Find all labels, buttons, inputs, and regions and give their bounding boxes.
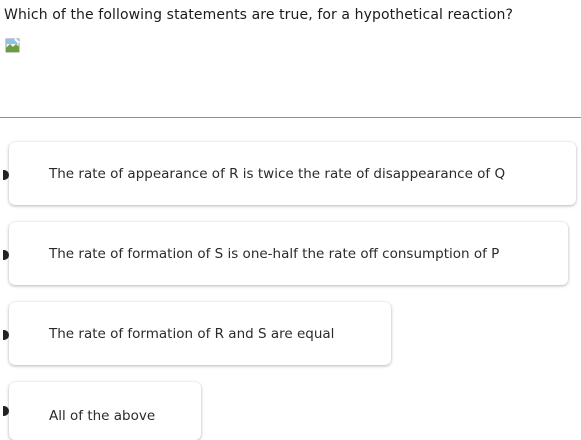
option-1-label: The rate of appearance of R is twice the… (49, 165, 506, 182)
option-2-radio-edge (3, 250, 9, 260)
quiz-page: Which of the following statements are tr… (0, 0, 581, 440)
option-2-label: The rate of formation of S is one-half t… (49, 245, 500, 262)
option-4-label: All of the above (49, 408, 156, 424)
option-3[interactable]: The rate of formation of R and S are equ… (3, 302, 391, 365)
option-4-radio-edge (3, 406, 9, 416)
option-3-radio-edge (3, 330, 9, 340)
option-3-label: The rate of formation of R and S are equ… (49, 325, 335, 342)
option-2[interactable]: The rate of formation of S is one-half t… (3, 222, 568, 285)
option-4[interactable]: All of the above (3, 382, 201, 440)
question-text: Which of the following statements are tr… (4, 7, 514, 23)
option-1-radio-edge (3, 170, 9, 180)
section-divider (0, 117, 581, 118)
option-1[interactable]: The rate of appearance of R is twice the… (3, 142, 576, 205)
broken-image-icon (5, 38, 20, 53)
